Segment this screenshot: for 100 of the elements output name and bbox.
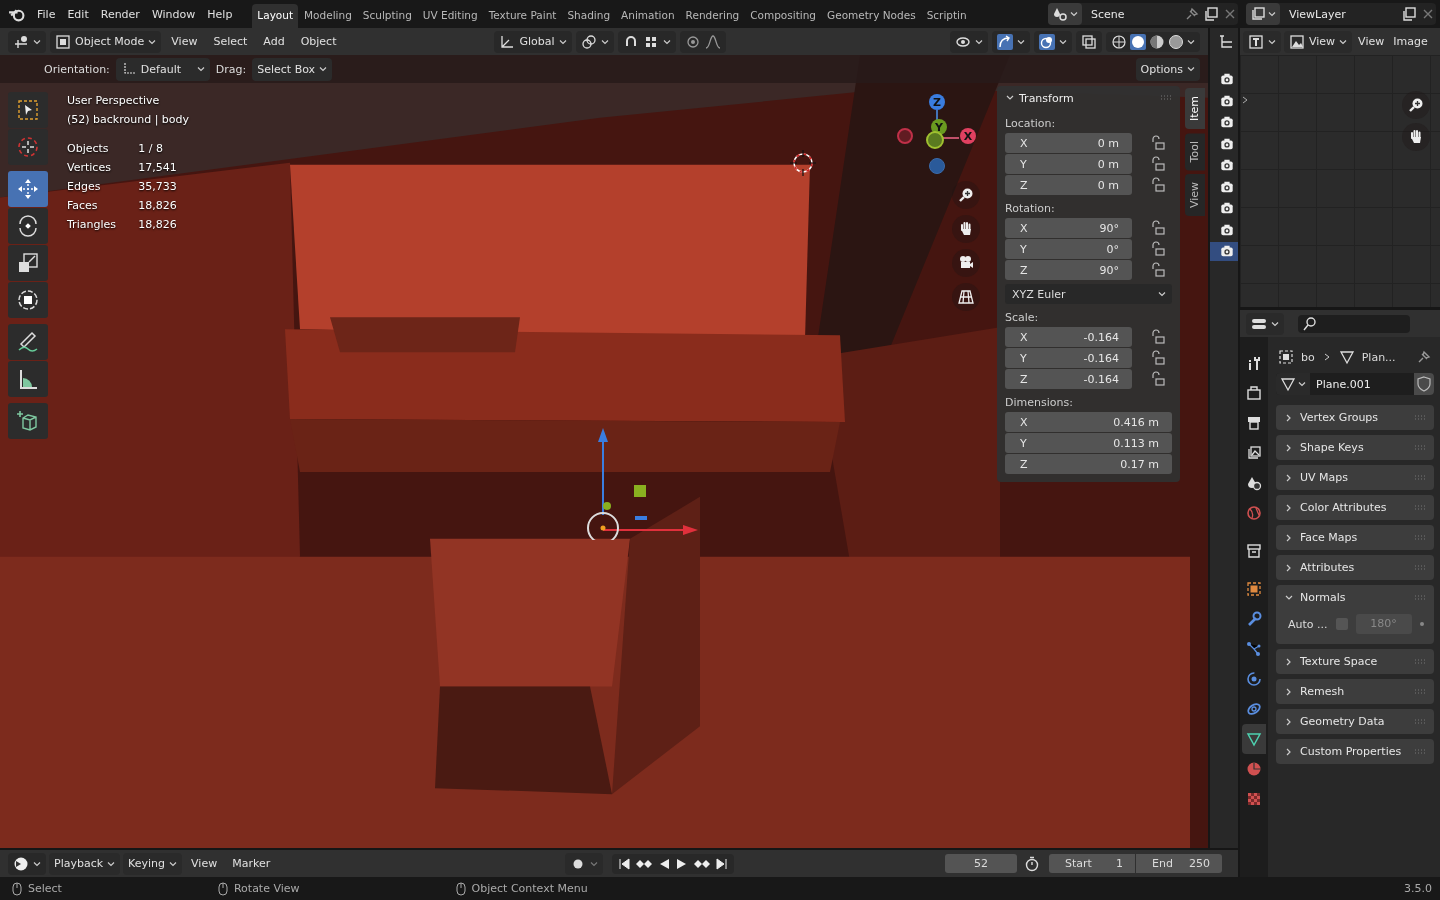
projection-button[interactable] (952, 283, 980, 311)
overlays-dropdown[interactable] (1034, 30, 1072, 53)
number-field[interactable]: Z 0 m (1005, 175, 1132, 195)
panel-title[interactable]: Vertex Groups (1300, 411, 1379, 424)
pencil-icon[interactable] (8, 324, 48, 360)
ruler-icon[interactable] (8, 361, 48, 397)
pin-icon[interactable] (1184, 6, 1200, 22)
menu-item[interactable]: Add (257, 32, 291, 51)
stopwatch-icon[interactable] (1024, 855, 1040, 872)
crosshair-icon[interactable] (8, 129, 48, 165)
panel-title[interactable]: Color Attributes (1300, 501, 1387, 514)
panel-title[interactable]: Face Maps (1300, 531, 1358, 544)
padlock-icon[interactable] (1150, 220, 1166, 236)
workspace-tab[interactable]: Modeling (299, 4, 357, 28)
search-field[interactable] (1298, 314, 1410, 333)
workspace-tab[interactable]: Compositing (745, 4, 822, 28)
wireframe-sphere-icon[interactable] (1111, 33, 1127, 50)
padlock-icon[interactable] (1150, 371, 1166, 387)
rotation-mode-dropdown[interactable]: XYZ Euler (1005, 284, 1172, 304)
drag-handle-icon[interactable] (1414, 658, 1426, 665)
jump-start-icon[interactable] (618, 857, 630, 870)
padlock-icon[interactable] (1150, 262, 1166, 278)
menu-item[interactable]: Help (201, 4, 239, 24)
orientation-default-dropdown[interactable]: Default (115, 57, 210, 81)
number-field[interactable]: X -0.164 (1005, 327, 1132, 347)
menu-item[interactable]: Select (207, 32, 254, 51)
snap-dropdown[interactable] (617, 30, 676, 53)
drag-handle-icon[interactable] (1414, 564, 1426, 571)
visibility-dropdown[interactable] (950, 30, 988, 53)
xray-toggle-button[interactable] (1076, 30, 1102, 53)
pan-button[interactable] (952, 215, 980, 243)
next-keyframe-icon[interactable] (694, 857, 710, 870)
timeline-menu-dropdown[interactable]: Playback (49, 852, 121, 875)
zoom-button[interactable] (1402, 91, 1430, 119)
mode-dropdown[interactable]: Object Mode (50, 30, 162, 53)
drag-handle-icon[interactable] (1414, 688, 1426, 695)
menu-item[interactable]: View (1355, 32, 1388, 51)
menu-item[interactable]: Render (94, 4, 146, 24)
editor-type-button[interactable] (8, 852, 46, 875)
jump-end-icon[interactable] (716, 857, 728, 870)
menu-item[interactable]: Image (1390, 32, 1431, 51)
auto-smooth-checkbox[interactable] (1335, 618, 1348, 630)
proportional-edit-button[interactable] (679, 30, 726, 53)
padlock-icon[interactable] (1150, 329, 1166, 345)
number-field[interactable]: Y 0° (1005, 239, 1132, 259)
menu-item[interactable]: View (165, 32, 204, 51)
outliner-icon[interactable] (1218, 34, 1234, 50)
sidebar-tab[interactable]: Tool (1185, 133, 1205, 171)
view-layer-type-button[interactable] (1246, 3, 1280, 25)
transform-icon[interactable] (8, 282, 48, 318)
editor-type-button[interactable] (1243, 30, 1281, 53)
number-field[interactable]: Y 0.113 m (1005, 433, 1172, 453)
pin-icon[interactable] (1416, 349, 1432, 365)
drag-handle-icon[interactable] (1414, 414, 1426, 421)
drag-handle-icon[interactable] (1414, 748, 1426, 755)
chevron-right-icon[interactable] (1240, 95, 1250, 105)
workspace-tab[interactable]: Animation (616, 4, 680, 28)
pivot-dropdown[interactable] (575, 30, 614, 53)
camera-visibility-icon[interactable] (1210, 242, 1238, 261)
menu-item[interactable]: Marker (226, 854, 277, 873)
number-field[interactable]: Z 90° (1005, 260, 1132, 280)
number-field[interactable]: X 90° (1005, 218, 1132, 238)
caret-icon[interactable] (1187, 37, 1195, 46)
editor-type-button[interactable] (8, 30, 46, 53)
workspace-tab[interactable]: Rendering (680, 4, 745, 28)
shaded-sphere-icon[interactable] (1168, 33, 1184, 50)
record-button[interactable] (565, 852, 603, 875)
drag-handle-icon[interactable] (1414, 718, 1426, 725)
drag-handle-icon[interactable] (1414, 474, 1426, 481)
end-frame-field[interactable]: End 250 (1136, 854, 1222, 873)
padlock-icon[interactable] (1150, 241, 1166, 257)
padlock-icon[interactable] (1150, 177, 1166, 193)
gizmo-dropdown[interactable] (992, 30, 1030, 53)
panel-title[interactable]: Custom Properties (1300, 745, 1402, 758)
number-field[interactable]: Y 0 m (1005, 154, 1132, 174)
number-field[interactable]: Z -0.164 (1005, 369, 1132, 389)
panel-title[interactable]: Shape Keys (1300, 441, 1364, 454)
panel-title[interactable]: Attributes (1300, 561, 1355, 574)
scene-type-button[interactable] (1048, 3, 1082, 25)
drag-handle-icon[interactable] (1414, 594, 1426, 601)
select-box-icon[interactable] (8, 92, 48, 128)
solid-sphere-icon[interactable] (1130, 33, 1146, 50)
timeline-menu-dropdown[interactable]: Keying (123, 852, 183, 875)
copy-icon[interactable] (1401, 6, 1417, 22)
panel-title[interactable]: Geometry Data (1300, 715, 1385, 728)
padlock-icon[interactable] (1150, 350, 1166, 366)
menu-item[interactable]: Edit (61, 4, 95, 24)
previous-keyframe-icon[interactable] (636, 857, 652, 870)
play-reverse-icon[interactable] (658, 857, 670, 870)
workspace-tab[interactable]: Scriptin (921, 4, 972, 28)
panel-title[interactable]: UV Maps (1300, 471, 1349, 484)
navigation-gizmo[interactable]: Z Y X (897, 92, 981, 176)
panel-title[interactable]: Normals (1300, 591, 1346, 604)
sidebar-tab[interactable]: Item (1185, 88, 1205, 130)
padlock-icon[interactable] (1150, 135, 1166, 151)
number-field[interactable]: X 0.416 m (1005, 412, 1172, 432)
workspace-tab[interactable]: UV Editing (417, 4, 483, 28)
editor-type-button[interactable] (1246, 312, 1284, 335)
menu-item[interactable]: Window (145, 4, 202, 24)
move-arrows-icon[interactable] (8, 171, 48, 207)
